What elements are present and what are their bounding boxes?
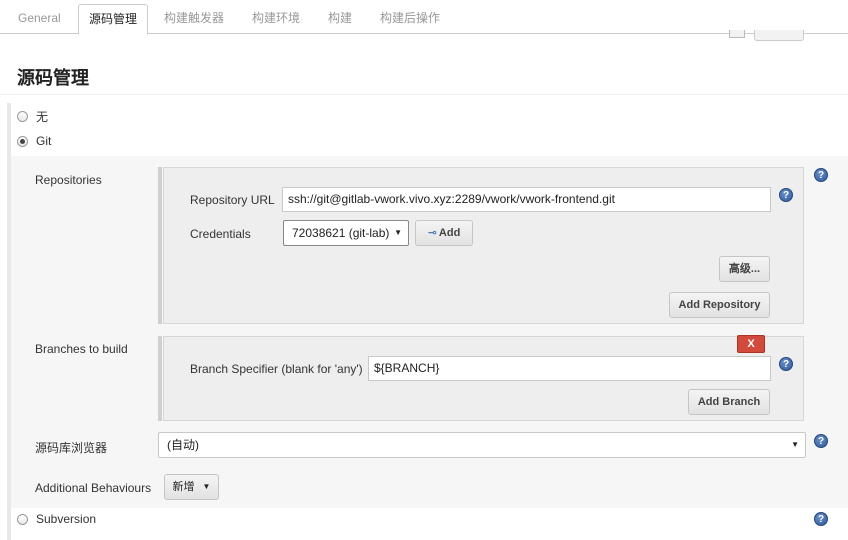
add-branch-button[interactable]: Add Branch xyxy=(688,389,770,415)
key-icon: ⊸ xyxy=(427,227,437,239)
add-behaviour-button[interactable]: 新增 ▼ xyxy=(164,474,219,500)
add-credentials-label: Add xyxy=(438,227,461,239)
tab-general[interactable]: General xyxy=(8,4,71,34)
branch-specifier-help-icon[interactable]: ? xyxy=(779,357,793,371)
radio-none[interactable] xyxy=(17,110,28,122)
divider xyxy=(0,94,848,95)
credentials-select[interactable]: 72038621 (git-lab) ▼ xyxy=(283,220,409,246)
repositories-label: Repositories xyxy=(35,173,102,187)
source-browser-help-icon[interactable]: ? xyxy=(814,434,828,448)
repository-url-input[interactable]: ssh://git@gitlab-vwork.vivo.xyz:2289/vwo… xyxy=(282,187,771,212)
branches-label: Branches to build xyxy=(35,342,128,356)
chevron-down-icon: ▼ xyxy=(791,440,799,449)
partial-button[interactable] xyxy=(754,30,804,41)
delete-branch-button[interactable]: X xyxy=(737,335,765,353)
partial-checkbox[interactable] xyxy=(729,30,745,38)
source-browser-value: (自动) xyxy=(167,438,199,452)
credentials-label: Credentials xyxy=(190,227,251,241)
tab-post-build[interactable]: 构建后操作 xyxy=(370,4,450,34)
tab-build[interactable]: 构建 xyxy=(318,4,362,34)
radio-subversion[interactable] xyxy=(17,513,28,525)
credentials-value: 72038621 (git-lab) xyxy=(292,226,390,240)
radio-git[interactable] xyxy=(17,135,28,147)
chevron-down-icon: ▼ xyxy=(394,228,402,237)
source-browser-select[interactable]: (自动) ▼ xyxy=(158,432,806,458)
branches-bar xyxy=(158,336,162,421)
scm-option-git[interactable]: Git xyxy=(17,132,51,150)
radio-none-label: 无 xyxy=(36,109,49,124)
repository-url-help-icon[interactable]: ? xyxy=(779,188,793,202)
tab-build-environment[interactable]: 构建环境 xyxy=(242,4,310,34)
branch-specifier-label: Branch Specifier (blank for 'any') xyxy=(190,362,363,376)
advanced-button[interactable]: 高级... xyxy=(719,256,770,282)
scm-option-none[interactable]: 无 xyxy=(17,107,48,125)
section-title: 源码管理 xyxy=(17,68,89,88)
radio-git-label: Git xyxy=(36,134,52,148)
branch-specifier-input[interactable]: ${BRANCH} xyxy=(368,356,771,381)
repository-url-label: Repository URL xyxy=(190,193,275,207)
additional-behaviours-label: Additional Behaviours xyxy=(35,481,152,495)
add-behaviour-label: 新增 xyxy=(172,481,195,493)
repositories-help-icon[interactable]: ? xyxy=(814,168,828,182)
repositories-bar xyxy=(158,167,162,324)
scm-option-subversion[interactable]: Subversion xyxy=(17,510,96,528)
radio-subversion-label: Subversion xyxy=(36,512,97,526)
tab-source-control[interactable]: 源码管理 xyxy=(78,4,149,35)
add-credentials-button[interactable]: ⊸ Add xyxy=(415,220,473,246)
source-browser-label: 源码库浏览器 xyxy=(35,441,108,455)
caret-down-icon: ▼ xyxy=(202,482,211,492)
add-repository-button[interactable]: Add Repository xyxy=(669,292,770,318)
subversion-help-icon[interactable]: ? xyxy=(814,512,828,526)
tab-bar: General 源码管理 构建触发器 构建环境 构建 构建后操作 xyxy=(0,0,848,35)
tab-build-triggers[interactable]: 构建触发器 xyxy=(154,4,234,34)
